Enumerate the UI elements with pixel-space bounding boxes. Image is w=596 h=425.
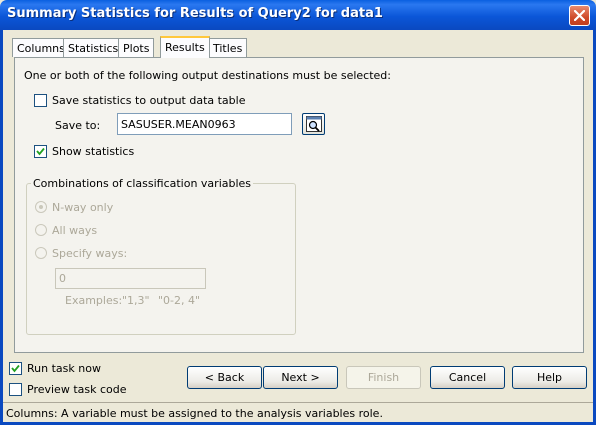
example-2: "0-2, 4" — [158, 294, 201, 307]
browse-button[interactable] — [302, 113, 325, 135]
save-to-input[interactable]: SASUSER.MEAN0963 — [117, 113, 292, 135]
window-title: Summary Statistics for Results of Query2… — [7, 6, 383, 21]
checkmark-icon — [36, 147, 45, 156]
close-button[interactable] — [569, 5, 590, 26]
close-icon — [574, 10, 585, 21]
save-to-label: Save to: — [55, 119, 101, 132]
tab-results[interactable]: Results — [160, 36, 210, 58]
tab-plots[interactable]: Plots — [118, 38, 155, 57]
specify-ways-input[interactable]: 0 — [55, 268, 206, 289]
examples-label: Examples: — [65, 294, 123, 307]
tab-statistics[interactable]: Statistics — [63, 38, 124, 57]
n-way-only-label[interactable]: N-way only — [52, 201, 113, 214]
tab-columns[interactable]: Columns — [12, 38, 70, 57]
back-button[interactable]: < Back — [187, 366, 262, 389]
cancel-button[interactable]: Cancel — [430, 366, 505, 389]
next-button[interactable]: Next > — [263, 366, 338, 389]
tab-titles[interactable]: Titles — [208, 38, 248, 57]
magnifier-icon — [306, 116, 322, 132]
status-bar: Columns: A variable must be assigned to … — [3, 402, 593, 422]
show-statistics-label[interactable]: Show statistics — [52, 145, 134, 158]
finish-button[interactable]: Finish — [346, 366, 421, 389]
preview-task-code-checkbox[interactable] — [9, 383, 22, 396]
save-statistics-checkbox[interactable] — [34, 94, 47, 107]
all-ways-label[interactable]: All ways — [52, 224, 97, 237]
window-frame-left — [0, 30, 3, 425]
all-ways-radio[interactable] — [35, 224, 47, 236]
help-button[interactable]: Help — [512, 366, 587, 389]
specify-ways-label[interactable]: Specify ways: — [52, 247, 127, 260]
specify-ways-radio[interactable] — [35, 247, 47, 259]
example-1: "1,3" — [122, 294, 150, 307]
n-way-only-radio[interactable] — [35, 201, 47, 213]
show-statistics-checkbox[interactable] — [34, 145, 47, 158]
output-destination-instruction: One or both of the following output dest… — [24, 69, 391, 82]
run-task-now-label[interactable]: Run task now — [27, 362, 101, 375]
save-statistics-label[interactable]: Save statistics to output data table — [52, 94, 245, 107]
checkmark-icon — [11, 364, 20, 373]
run-task-now-checkbox[interactable] — [9, 362, 22, 375]
combinations-legend: Combinations of classification variables — [31, 177, 254, 190]
preview-task-code-label[interactable]: Preview task code — [27, 383, 127, 396]
